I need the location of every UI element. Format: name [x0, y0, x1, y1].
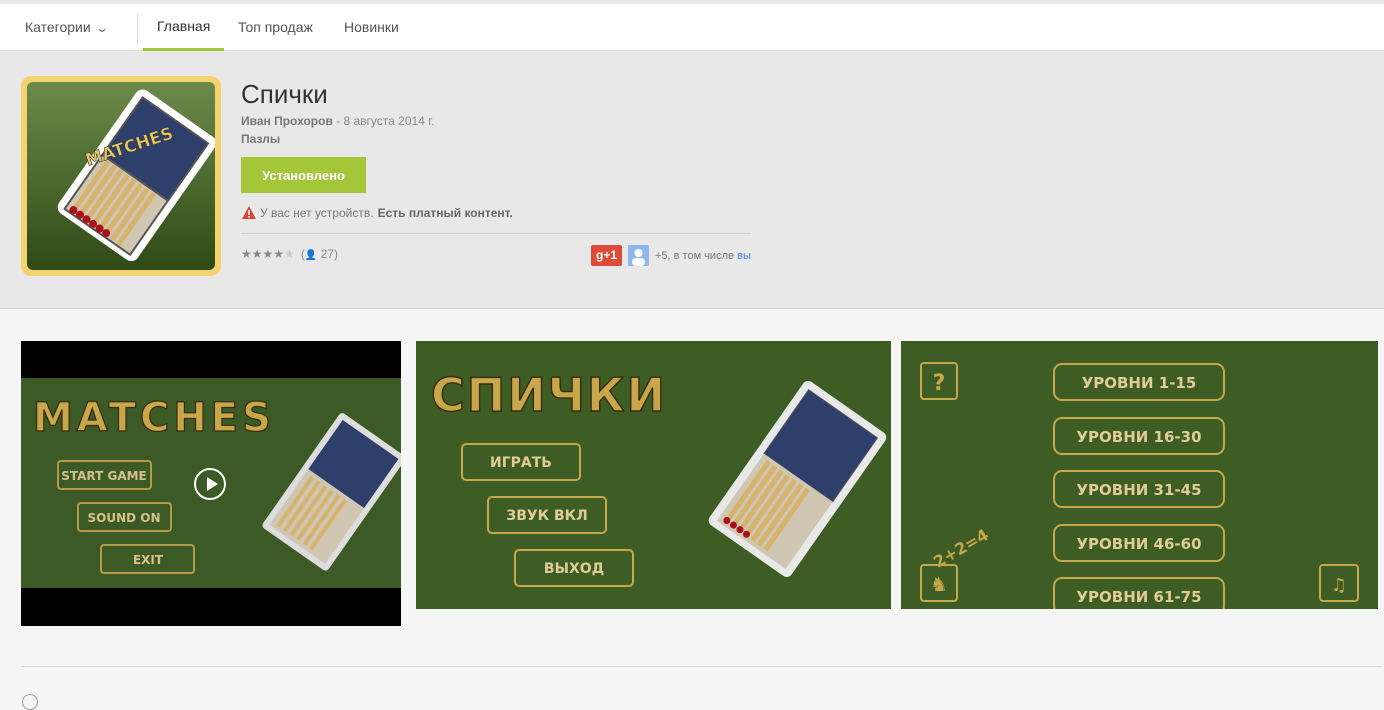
chevron-down-icon: ⌄	[94, 21, 109, 35]
app-meta: Иван Прохоров - 8 августа 2014 г.	[241, 114, 434, 128]
star-icon: ★	[273, 247, 285, 261]
menu-screenshot-image: СПИЧКИ ИГРАТЬ ЗВУК ВКЛ ВЫХОД	[416, 341, 891, 609]
social-block: g+1 +5, в том числе вы	[591, 245, 751, 266]
warning-bold: Есть платный контент.	[377, 205, 513, 220]
social-you-link[interactable]: вы	[737, 250, 751, 262]
level-button-5: УРОВНИ 61-75	[1076, 588, 1201, 606]
top-nav: Категории ⌄ Главная Топ продаж Новинки	[0, 4, 1384, 51]
tab-top-sales-label: Топ продаж	[238, 19, 313, 35]
rating-count: 27	[320, 247, 334, 261]
section-divider	[21, 666, 1382, 667]
video-start-label: START GAME	[61, 469, 147, 483]
menu-title-text: СПИЧКИ	[431, 368, 667, 422]
nav-separator	[137, 13, 138, 45]
star-icon: ★	[241, 247, 252, 261]
speaker-icon: ♫	[1331, 575, 1347, 596]
genre-link[interactable]: Пазлы	[241, 132, 280, 146]
levels-screenshot-image: ? ♞ ♫ 2+2=4 УРОВНИ 1-15 УРОВНИ 16-30 УРО…	[901, 341, 1378, 615]
warning-message: У вас нет устройств. Есть платный контен…	[241, 205, 513, 220]
level-button-4: УРОВНИ 46-60	[1076, 535, 1201, 553]
header-divider	[241, 233, 751, 234]
menu-sound-label: ЗВУК ВКЛ	[506, 508, 587, 524]
avatar[interactable]	[628, 245, 649, 266]
star-rating: ★★★★★	[241, 247, 295, 261]
app-icon: MATCHES	[21, 76, 221, 276]
rating-count-wrap: (👤 27)	[300, 247, 338, 261]
tab-new[interactable]: Новинки	[344, 4, 399, 51]
levels-screenshot[interactable]: ? ♞ ♫ 2+2=4 УРОВНИ 1-15 УРОВНИ 16-30 УРО…	[901, 341, 1378, 615]
video-exit-label: EXIT	[133, 553, 164, 567]
exit-person-icon: ♞	[930, 572, 948, 596]
tab-home-label: Главная	[157, 18, 211, 34]
installed-button[interactable]: Установлено	[241, 157, 366, 193]
tab-top-sales[interactable]: Топ продаж	[238, 4, 313, 51]
person-icon: 👤	[304, 250, 318, 261]
video-sound-label: SOUND ON	[87, 511, 160, 525]
info-circle-icon	[22, 694, 38, 710]
warning-icon	[242, 206, 256, 219]
play-icon[interactable]	[194, 468, 226, 500]
star-empty-icon: ★	[284, 247, 295, 261]
app-header: MATCHES Спички Иван Прохоров - 8 августа…	[0, 51, 1384, 309]
publish-date: - 8 августа 2014 г.	[332, 114, 435, 128]
tab-home[interactable]: Главная	[143, 4, 225, 51]
video-screenshot[interactable]: MATCHES START GAME SOUND ON EXIT	[21, 341, 406, 626]
level-button-2: УРОВНИ 16-30	[1076, 428, 1201, 446]
categories-dropdown[interactable]: Категории ⌄	[25, 4, 109, 51]
level-button-1: УРОВНИ 1-15	[1082, 374, 1197, 392]
menu-screenshot[interactable]: СПИЧКИ ИГРАТЬ ЗВУК ВКЛ ВЫХОД	[416, 341, 891, 609]
video-title-text: MATCHES	[33, 395, 275, 441]
menu-exit-label: ВЫХОД	[544, 561, 604, 577]
star-icon: ★	[262, 247, 274, 261]
gplus-button[interactable]: g+1	[591, 245, 622, 266]
rating: ★★★★★ (👤 27)	[241, 247, 338, 261]
help-icon: ?	[933, 371, 946, 396]
developer-link[interactable]: Иван Прохоров	[241, 114, 333, 128]
matchbox-icon: MATCHES	[27, 82, 215, 270]
categories-label: Категории	[25, 19, 91, 35]
star-icon: ★	[251, 247, 263, 261]
warning-text: У вас нет устройств.	[260, 205, 374, 220]
tab-new-label: Новинки	[344, 19, 399, 35]
level-button-3: УРОВНИ 31-45	[1076, 481, 1201, 499]
menu-play-label: ИГРАТЬ	[490, 455, 552, 471]
social-text: +5, в том числе	[655, 249, 735, 262]
app-title: Спички	[241, 79, 328, 109]
user-avatar-icon	[632, 249, 645, 266]
